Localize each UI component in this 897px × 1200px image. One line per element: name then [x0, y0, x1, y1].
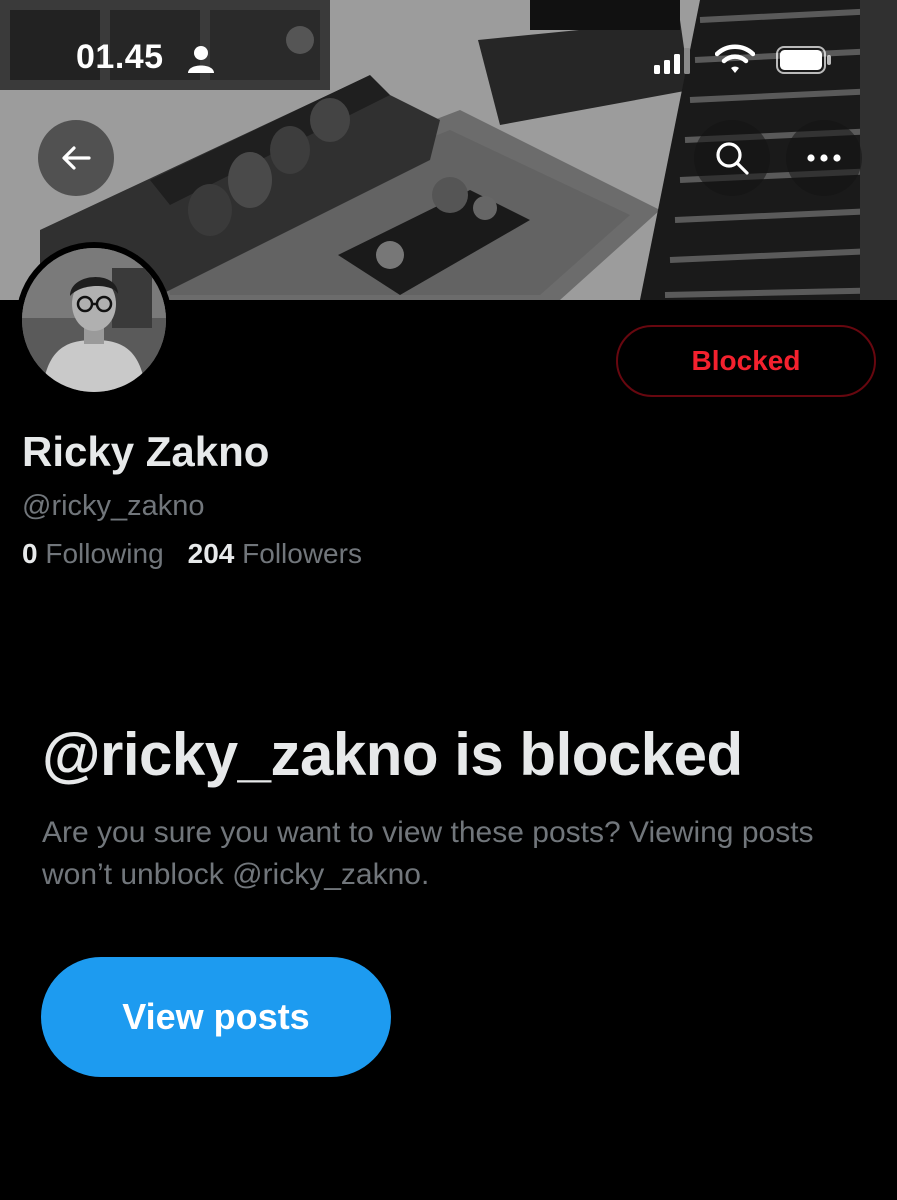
search-icon — [716, 142, 749, 175]
signal-icon — [654, 48, 692, 79]
blocked-notice-description: Are you sure you want to view these post… — [42, 816, 814, 891]
more-horizontal-icon — [807, 154, 841, 162]
following-count: 0 — [22, 538, 38, 569]
user-handle: @ricky_zakno — [22, 490, 205, 522]
following-label: Following — [45, 538, 164, 569]
wifi-icon — [714, 44, 756, 79]
more-button[interactable] — [786, 120, 862, 196]
blocked-button[interactable]: Blocked — [616, 325, 876, 397]
view-posts-button[interactable]: View posts — [41, 957, 391, 1077]
status-bar: 01.45 — [0, 0, 897, 120]
follow-counts: 0 Following 204 Followers — [22, 538, 362, 570]
display-name: Ricky Zakno — [22, 428, 270, 475]
search-button[interactable] — [694, 120, 770, 196]
back-button[interactable] — [38, 120, 114, 196]
blocked-notice-title: @ricky_zakno is blocked — [42, 721, 743, 788]
battery-icon — [776, 46, 832, 79]
followers-link[interactable]: 204 Followers — [188, 538, 362, 569]
profile-avatar[interactable] — [16, 242, 172, 398]
arrow-left-icon — [62, 146, 91, 170]
status-time: 01.45 — [76, 38, 164, 76]
followers-label: Followers — [242, 538, 362, 569]
followers-count: 204 — [187, 538, 235, 569]
following-link[interactable]: 0 Following — [22, 538, 164, 569]
person-icon — [186, 44, 216, 79]
avatar-image — [22, 248, 166, 392]
